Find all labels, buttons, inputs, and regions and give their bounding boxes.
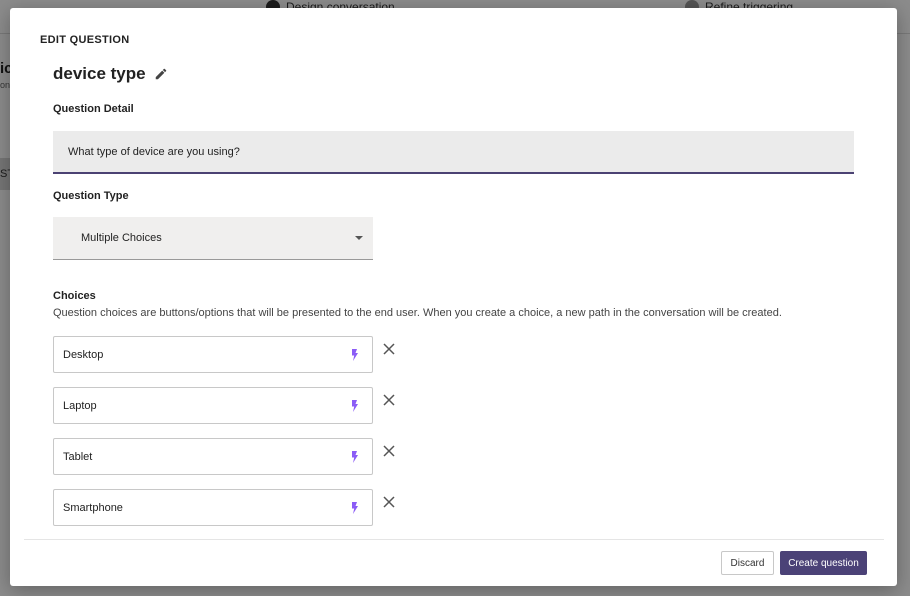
close-icon[interactable] xyxy=(382,495,396,509)
caret-down-icon xyxy=(355,236,363,240)
close-icon[interactable] xyxy=(382,444,396,458)
footer-divider xyxy=(24,539,884,540)
choice-value: Laptop xyxy=(63,399,97,412)
question-title-row: device type xyxy=(53,64,168,84)
choice-input-smartphone[interactable]: Smartphone xyxy=(53,489,373,526)
question-type-select[interactable]: Multiple Choices xyxy=(53,217,373,260)
modal-label: EDIT QUESTION xyxy=(40,34,130,46)
choice-value: Desktop xyxy=(63,348,104,361)
close-icon[interactable] xyxy=(382,342,396,356)
bolt-icon[interactable] xyxy=(351,349,359,361)
pencil-icon[interactable] xyxy=(154,67,168,81)
question-name: device type xyxy=(53,64,146,83)
question-type-label: Question Type xyxy=(53,190,129,202)
bolt-icon[interactable] xyxy=(351,400,359,412)
choices-label: Choices xyxy=(53,290,96,302)
bolt-icon[interactable] xyxy=(351,502,359,514)
edit-question-modal: EDIT QUESTION device type Question Detai… xyxy=(10,8,897,586)
discard-button[interactable]: Discard xyxy=(721,551,774,575)
choices-description: Question choices are buttons/options tha… xyxy=(53,307,782,319)
choice-input-tablet[interactable]: Tablet xyxy=(53,438,373,475)
question-detail-label: Question Detail xyxy=(53,103,134,115)
question-type-value: Multiple Choices xyxy=(81,232,162,244)
choice-value: Smartphone xyxy=(63,501,123,514)
question-detail-input[interactable]: What type of device are you using? xyxy=(53,131,854,174)
close-icon[interactable] xyxy=(382,393,396,407)
choice-input-desktop[interactable]: Desktop xyxy=(53,336,373,373)
choice-value: Tablet xyxy=(63,450,93,463)
bolt-icon[interactable] xyxy=(351,451,359,463)
choice-input-laptop[interactable]: Laptop xyxy=(53,387,373,424)
create-question-button[interactable]: Create question xyxy=(780,551,867,575)
